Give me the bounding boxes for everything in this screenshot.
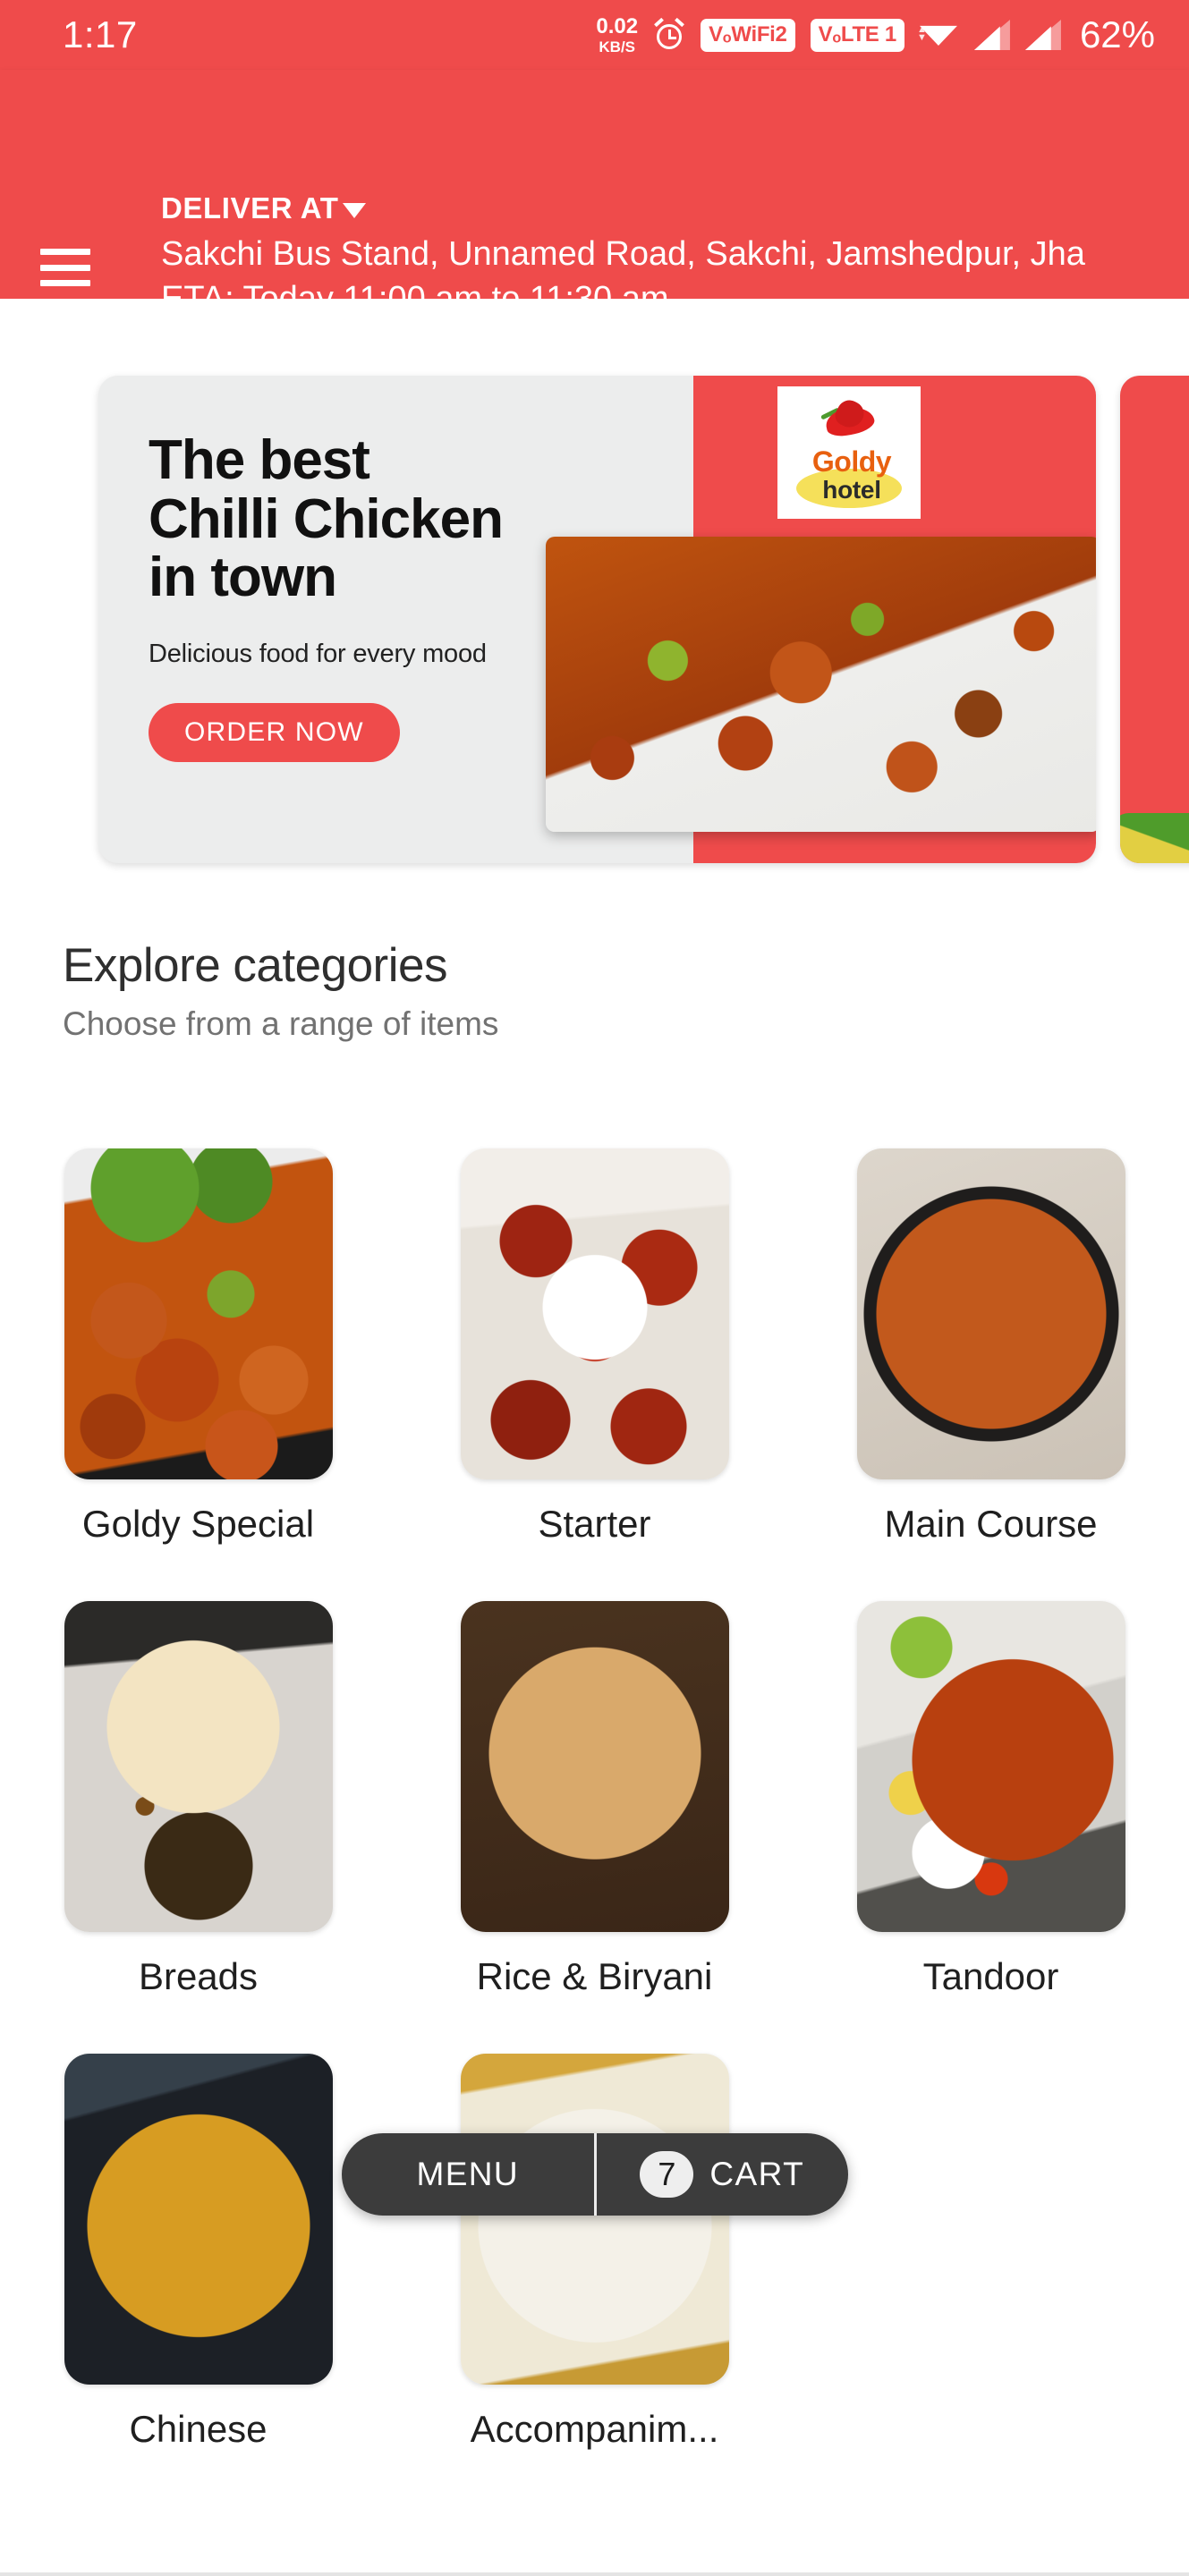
category-card-2[interactable]: Starter — [425, 1148, 765, 1546]
cellular-signal-icon-2 — [1024, 20, 1061, 50]
network-speed-indicator: 0.02 KB/S — [596, 13, 639, 55]
menu-button[interactable]: MENU — [342, 2133, 594, 2216]
category-label: Tandoor — [922, 1955, 1059, 1997]
banner-title: The best Chilli Chicken in town — [149, 431, 632, 607]
banner-copy: The best Chilli Chicken in town Deliciou… — [149, 431, 632, 763]
floating-action-bar: MENU 7 CART — [342, 2133, 848, 2216]
page-content: Goldy hotel The best Chilli Chicken in t… — [0, 299, 1189, 2576]
accompaniments-photo[interactable] — [460, 2054, 729, 2385]
category-card-6[interactable]: Tandoor — [821, 1601, 1161, 1998]
cart-count-badge: 7 — [640, 2151, 694, 2198]
wifi-calling-chip: VₒWiFi2 — [701, 18, 795, 52]
chinese-photo[interactable] — [64, 2054, 333, 2385]
main-course-photo[interactable] — [856, 1148, 1125, 1479]
promo-banner-card-next[interactable] — [1120, 376, 1189, 863]
floating-bar-divider — [593, 2133, 597, 2216]
logo-brand-text: Goldy — [811, 445, 892, 478]
category-label: Chinese — [129, 2408, 268, 2450]
category-label: Starter — [538, 1503, 651, 1545]
wifi-icon: ▲ ▼ — [917, 19, 959, 51]
cart-button[interactable]: 7 CART — [597, 2133, 849, 2216]
network-speed-value: 0.02 — [596, 13, 639, 38]
categories-section-title: Explore categories — [63, 939, 447, 992]
goldy-special-photo[interactable] — [64, 1148, 333, 1479]
app-header: DELIVER AT Sakchi Bus Stand, Unnamed Roa… — [0, 70, 1189, 318]
category-card-5[interactable]: Rice & Biryani — [425, 1601, 765, 1998]
chevron-down-icon[interactable] — [342, 202, 366, 218]
battery-percentage: 62% — [1079, 13, 1155, 55]
restaurant-logo: Goldy hotel — [777, 386, 921, 519]
banner-subtitle: Delicious food for every mood — [149, 640, 487, 669]
network-speed-unit: KB/S — [599, 38, 636, 55]
category-card-7[interactable]: Chinese — [29, 2054, 369, 2451]
category-label: Breads — [138, 1955, 259, 1997]
category-grid: Goldy Special Starter Main Course Breads Ric… — [0, 1148, 1189, 2451]
banner-food-peek — [1120, 813, 1189, 863]
deliver-at-label: DELIVER AT — [161, 191, 339, 225]
rice-biryani-photo[interactable] — [460, 1601, 729, 1932]
categories-section-subtitle: Choose from a range of items — [63, 1005, 499, 1042]
category-card-4[interactable]: Breads — [29, 1601, 369, 1998]
order-now-button[interactable]: ORDER NOW — [149, 703, 400, 763]
status-bar: 1:17 0.02 KB/S VₒWiFi2 VₒLTE 1 ▲ ▼ 62% — [0, 0, 1189, 70]
chili-pepper-icon — [813, 395, 885, 447]
category-card-1[interactable]: Goldy Special — [29, 1148, 369, 1546]
promo-banner-card[interactable]: Goldy hotel The best Chilli Chicken in t… — [98, 376, 1096, 863]
breads-photo[interactable] — [64, 1601, 333, 1932]
alarm-clock-icon — [653, 17, 685, 51]
status-bar-clock: 1:17 — [63, 13, 138, 55]
promo-banner-carousel[interactable]: Goldy hotel The best Chilli Chicken in t… — [0, 360, 1189, 869]
banner-title-line-2: Chilli Chicken — [149, 487, 504, 550]
starter-photo[interactable] — [460, 1148, 729, 1479]
banner-title-line-1: The best — [149, 429, 370, 491]
logo-sub-text: hotel — [822, 476, 881, 504]
category-label: Main Course — [884, 1503, 1098, 1545]
tandoor-photo[interactable] — [856, 1601, 1125, 1932]
cart-button-label: CART — [709, 2156, 805, 2192]
category-label: Rice & Biryani — [476, 1955, 713, 1997]
category-label: Accompanim... — [470, 2408, 719, 2450]
category-card-3[interactable]: Main Course — [821, 1148, 1161, 1546]
bottom-divider — [0, 2572, 1189, 2576]
status-bar-icons: 0.02 KB/S VₒWiFi2 VₒLTE 1 ▲ ▼ 62% — [596, 13, 1155, 56]
volte-chip: VₒLTE 1 — [810, 18, 904, 52]
banner-title-line-3: in town — [149, 547, 337, 609]
menu-button-label: MENU — [416, 2156, 520, 2192]
cellular-signal-icon-1 — [973, 20, 1010, 50]
hamburger-menu-icon[interactable] — [40, 249, 90, 286]
deliver-at-row[interactable]: DELIVER AT — [161, 191, 1162, 225]
category-card-8[interactable]: Accompanim... — [425, 2054, 765, 2451]
category-label: Goldy Special — [81, 1503, 315, 1545]
delivery-address-text: Sakchi Bus Stand, Unnamed Road, Sakchi, … — [161, 235, 1085, 273]
